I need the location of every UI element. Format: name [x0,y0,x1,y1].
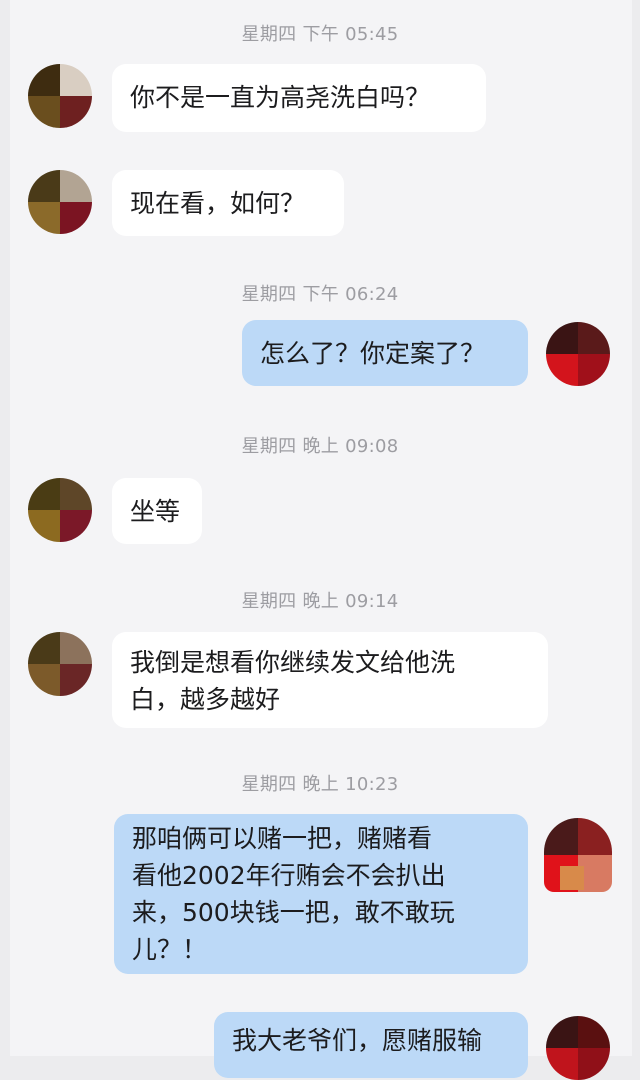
my-avatar-icon[interactable] [546,1016,610,1080]
timestamp: 星期四 晚上 10:23 [241,774,399,795]
message-line: 我倒是想看你继续发文给他洗 [130,648,456,677]
contact-avatar-icon[interactable] [28,632,92,696]
contact-avatar-icon[interactable] [28,478,92,542]
avatar-fragment [560,866,584,890]
message-text: 坐等 [130,497,181,526]
message-bubble[interactable]: 我倒是想看你继续发文给他洗 白，越多越好 [112,632,548,728]
message-line: 白，越多越好 [130,685,281,714]
timestamp: 星期四 下午 05:45 [241,24,399,45]
message-line: 儿？！ [132,935,208,964]
timestamp: 星期四 下午 06:24 [241,284,399,305]
message-bubble[interactable]: 我大老爷们，愿赌服输 [214,1012,528,1078]
timestamp: 星期四 晚上 09:14 [241,591,399,612]
message-bubble[interactable]: 那咱俩可以赌一把，赌赌看 看他2002年行贿会不会扒出 来，500块钱一把，敢不… [114,814,528,974]
my-avatar-icon[interactable] [546,322,610,386]
timestamp: 星期四 晚上 09:08 [241,436,399,457]
message-bubble[interactable]: 坐等 [112,478,202,544]
message-line: 来，500块钱一把，敢不敢玩 [132,898,455,927]
message-bubble[interactable]: 现在看，如何？ [112,170,344,236]
message-bubble[interactable]: 怎么了？你定案了？ [242,320,528,386]
message-line: 那咱俩可以赌一把，赌赌看 [132,824,433,853]
message-text: 现在看，如何？ [130,189,306,218]
contact-avatar-icon[interactable] [28,64,92,128]
message-text: 你不是一直为高尧洗白吗？ [130,83,431,112]
message-line: 看他2002年行贿会不会扒出 [132,861,446,890]
message-bubble[interactable]: 你不是一直为高尧洗白吗？ [112,64,486,132]
message-text: 我大老爷们，愿赌服输 [232,1026,483,1055]
contact-avatar-icon[interactable] [28,170,92,234]
message-text: 怎么了？你定案了？ [260,339,486,368]
